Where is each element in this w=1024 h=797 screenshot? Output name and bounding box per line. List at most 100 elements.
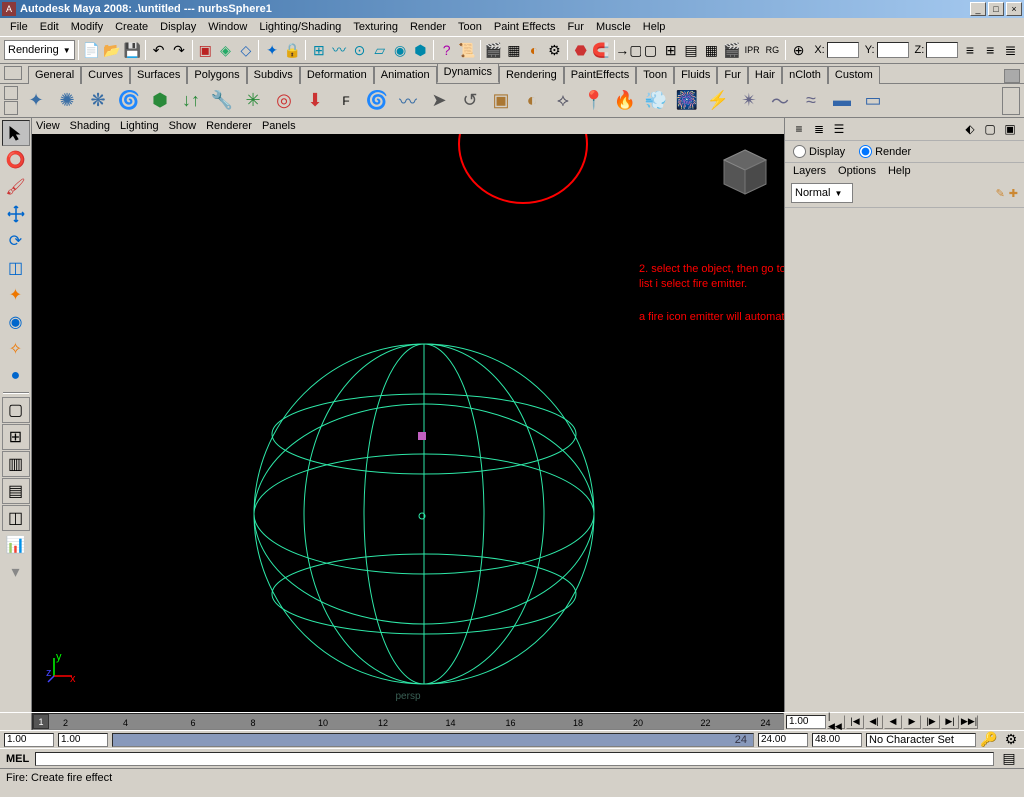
menu-window[interactable]: Window	[202, 19, 253, 35]
fire-emitter-icon[interactable]: 🔥	[610, 86, 640, 116]
layout-four-icon[interactable]: ⊞	[2, 424, 30, 450]
menu-edit[interactable]: Edit	[34, 19, 65, 35]
newton-field-icon[interactable]: F	[331, 86, 361, 116]
shelf-up-button[interactable]	[4, 86, 18, 100]
layout-persp-icon[interactable]: ▦	[702, 39, 721, 61]
sidebar-toggle2-icon[interactable]: ≡	[981, 39, 1000, 61]
emitter-icon[interactable]: ✺	[52, 86, 82, 116]
make-live-icon[interactable]: ⬢	[411, 39, 430, 61]
current-frame-handle[interactable]: 1	[33, 714, 49, 729]
menu-lighting[interactable]: Lighting/Shading	[253, 19, 347, 35]
attribute-tab-icon[interactable]: ☰	[831, 121, 847, 137]
panel-opt3-icon[interactable]: ▣	[1002, 121, 1018, 137]
vp-menu-lighting[interactable]: Lighting	[120, 120, 159, 132]
particle-tool-icon[interactable]: ✦	[21, 86, 51, 116]
smoke-emitter-icon[interactable]: 💨	[641, 86, 671, 116]
step-back-button[interactable]: ◀|	[865, 715, 883, 729]
show-manip-tool[interactable]: ✧	[2, 336, 30, 362]
render-current-icon[interactable]: ▦	[504, 39, 523, 61]
module-selector[interactable]: Rendering ▼	[4, 40, 75, 60]
view-cube[interactable]	[720, 144, 770, 198]
character-set-dropdown[interactable]: No Character Set	[866, 733, 976, 747]
snap-plane-icon[interactable]: ▱	[370, 39, 389, 61]
layout-three-icon[interactable]: ◫	[2, 505, 30, 531]
shelf-tab-toon[interactable]: Toon	[636, 66, 674, 84]
viewport-canvas[interactable]: 2. select the object, then go to shelves…	[32, 134, 784, 712]
play-back-button[interactable]: ◀	[884, 715, 902, 729]
layer-editor-tab-icon[interactable]: ≣	[811, 121, 827, 137]
snap-live-icon[interactable]: ◉	[390, 39, 409, 61]
select-object-icon[interactable]: ◈	[216, 39, 235, 61]
script-editor-button[interactable]: ▤	[1000, 752, 1018, 766]
shelf-tab-painteffects[interactable]: PaintEffects	[564, 66, 637, 84]
menu-texturing[interactable]: Texturing	[347, 19, 404, 35]
scale-tool[interactable]: ◫	[2, 255, 30, 281]
new-layer-icon[interactable]: ✎	[996, 187, 1005, 200]
shelf-tab-curves[interactable]: Curves	[81, 66, 130, 84]
sprite-icon[interactable]: 🔧	[207, 86, 237, 116]
vortex-field-icon[interactable]: ↺	[455, 86, 485, 116]
movie-icon[interactable]: 🎬	[722, 39, 741, 61]
quick-select-icon[interactable]: ▢	[641, 39, 660, 61]
shelf-tab-polygons[interactable]: Polygons	[187, 66, 246, 84]
layers-menu-item[interactable]: Layers	[793, 165, 826, 177]
shelf-tab-general[interactable]: General	[28, 66, 81, 84]
snap-grid-icon[interactable]: ⊞	[309, 39, 328, 61]
step-forward-key-button[interactable]: ▶|	[941, 715, 959, 729]
shelf-tab-surfaces[interactable]: Surfaces	[130, 66, 187, 84]
instancer-icon[interactable]: ↓↑	[176, 86, 206, 116]
play-end-input[interactable]	[758, 733, 808, 747]
shelf-tab-fur[interactable]: Fur	[717, 66, 748, 84]
shatter-icon[interactable]: ✴	[734, 86, 764, 116]
play-start-input[interactable]	[58, 733, 108, 747]
coord-z-input[interactable]	[926, 42, 958, 58]
rewind-button[interactable]: |◀◀	[827, 715, 845, 729]
ipr-icon[interactable]: IPR	[742, 39, 761, 61]
turbulence-field-icon[interactable]: 〰	[393, 86, 423, 116]
sidebar-toggle1-icon[interactable]: ≡	[960, 39, 979, 61]
render-view-icon[interactable]: 🎬	[484, 39, 503, 61]
anim-end-input[interactable]	[812, 733, 862, 747]
coord-y-input[interactable]	[877, 42, 909, 58]
current-time-input[interactable]	[786, 715, 826, 729]
paint-select-tool[interactable]: 🖌	[2, 174, 30, 200]
help-menu-item[interactable]: Help	[888, 165, 911, 177]
maximize-button[interactable]: □	[988, 2, 1004, 16]
channel-box-tab-icon[interactable]: ≡	[791, 121, 807, 137]
shelf-tab-deformation[interactable]: Deformation	[300, 66, 374, 84]
menu-muscle[interactable]: Muscle	[590, 19, 637, 35]
soft-mod-tool[interactable]: ◉	[2, 309, 30, 335]
layout-persp-outliner-icon[interactable]: ▾	[2, 559, 30, 585]
shelf-trash-icon[interactable]	[1004, 69, 1020, 83]
new-scene-icon[interactable]: 📄	[82, 39, 101, 61]
uniform-field-icon[interactable]: ➤	[424, 86, 454, 116]
step-forward-button[interactable]: |▶	[922, 715, 940, 729]
snap-curve-icon[interactable]: 〰	[330, 39, 349, 61]
menu-toon[interactable]: Toon	[452, 19, 488, 35]
display-radio[interactable]: Display	[793, 145, 845, 158]
soft-body-icon[interactable]: ◐	[517, 86, 547, 116]
anim-start-input[interactable]	[4, 733, 54, 747]
render-globals-icon[interactable]: ⚙	[545, 39, 564, 61]
play-forward-button[interactable]: ▶	[903, 715, 921, 729]
select-hierarchy-icon[interactable]: ▣	[196, 39, 215, 61]
time-slider-track[interactable]: 1 2 4 6 8 10 12 14 16 18 20 22 24	[32, 713, 784, 730]
menu-render[interactable]: Render	[404, 19, 452, 35]
forward-end-button[interactable]: ▶▶|	[960, 715, 978, 729]
select-mask-icon[interactable]: ✦	[262, 39, 281, 61]
shelf-down-button[interactable]	[4, 101, 18, 115]
sidebar-toggle3-icon[interactable]: ≣	[1001, 39, 1020, 61]
rotate-tool[interactable]: ⟳	[2, 228, 30, 254]
mel-input[interactable]	[35, 752, 994, 766]
gravity-field-icon[interactable]: ⬇	[300, 86, 330, 116]
snap-point-icon[interactable]: ⊙	[350, 39, 369, 61]
vp-menu-panels[interactable]: Panels	[262, 120, 296, 132]
fluid-3d-icon[interactable]: ▭	[858, 86, 888, 116]
menu-modify[interactable]: Modify	[65, 19, 109, 35]
lock-selection-icon[interactable]: 🔒	[283, 39, 302, 61]
shelf-tab-animation[interactable]: Animation	[374, 66, 437, 84]
magnet-icon[interactable]: 🧲	[591, 39, 610, 61]
air-field-icon[interactable]: ✳	[238, 86, 268, 116]
input-line-icon[interactable]: →▢	[618, 39, 640, 61]
vp-menu-renderer[interactable]: Renderer	[206, 120, 252, 132]
